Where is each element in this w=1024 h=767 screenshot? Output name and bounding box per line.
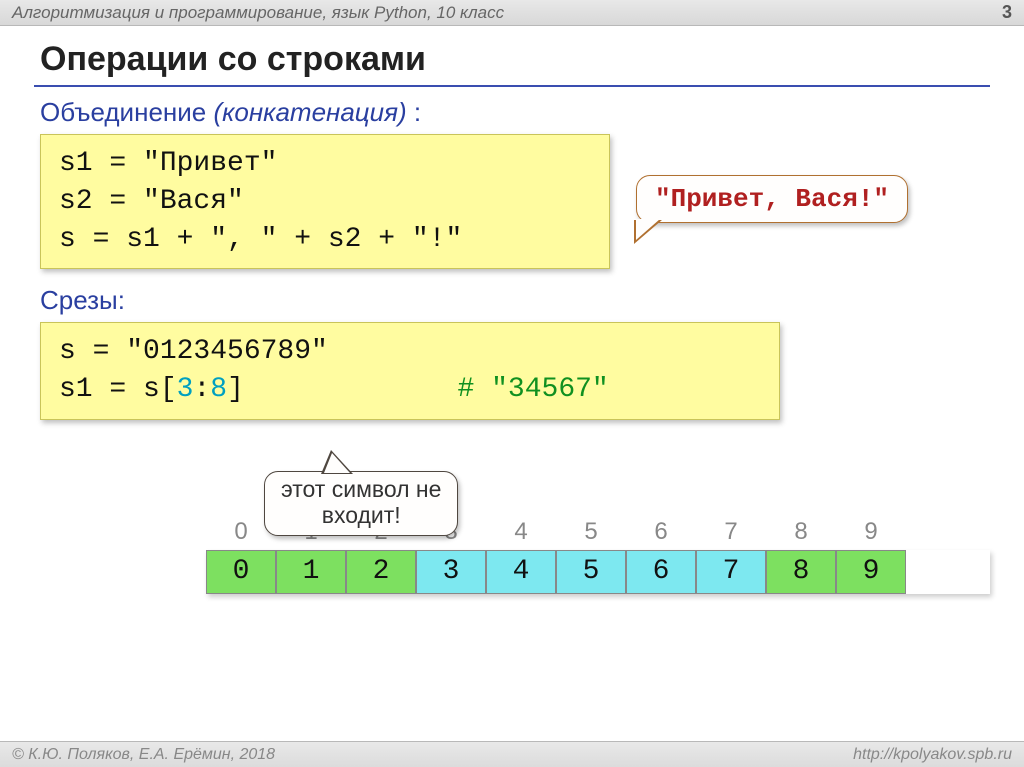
index-cell: 7	[696, 550, 766, 594]
code-slice: s = "0123456789" s1 = s[3:8] # "34567"	[40, 322, 780, 420]
slice-note-callout: этот символ не входит!	[264, 471, 458, 536]
slice-start: 3	[177, 374, 194, 405]
index-cell: 0	[206, 550, 276, 594]
code-line: s = "0123456789"	[59, 333, 761, 371]
index-cell: 6	[626, 550, 696, 594]
section-word: Объединение	[40, 97, 206, 127]
page-title: Операции со строками	[34, 40, 990, 79]
index-label: 4	[486, 518, 556, 546]
index-label: 7	[696, 518, 766, 546]
code-line: s1 = s[3:8] # "34567"	[59, 371, 761, 409]
index-cell: 1	[276, 550, 346, 594]
index-cell: 8	[766, 550, 836, 594]
index-cell: 2	[346, 550, 416, 594]
slide-header: Алгоритмизация и программирование, язык …	[0, 0, 1024, 26]
code-frag: ]	[227, 374, 244, 405]
slice-end: 8	[210, 374, 227, 405]
slide-content: Операции со строками Объединение (конкат…	[0, 26, 1024, 594]
section-ital: (конкатенация)	[213, 97, 406, 127]
code-line: s = s1 + ", " + s2 + "!"	[59, 221, 591, 259]
callout-line: входит!	[281, 502, 441, 528]
index-label: 9	[836, 518, 906, 546]
index-cell: 4	[486, 550, 556, 594]
section-slice-head: Срезы:	[34, 285, 990, 316]
index-cell: 5	[556, 550, 626, 594]
section-concat-head: Объединение (конкатенация) :	[34, 97, 990, 128]
code-line: s1 = "Привет"	[59, 145, 591, 183]
code-line: s2 = "Вася"	[59, 183, 591, 221]
index-label: 5	[556, 518, 626, 546]
index-cell: 9	[836, 550, 906, 594]
index-cell: 3	[416, 550, 486, 594]
index-label: 6	[626, 518, 696, 546]
title-rule	[34, 85, 990, 87]
slide-footer: © К.Ю. Поляков, Е.А. Ерёмин, 2018 http:/…	[0, 741, 1024, 767]
code-comment: # "34567"	[458, 374, 609, 405]
result-bubble: "Привет, Вася!"	[636, 175, 908, 223]
footer-left: © К.Ю. Поляков, Е.А. Ерёмин, 2018	[12, 746, 275, 764]
code-frag: :	[193, 374, 210, 405]
callout-line: этот символ не	[281, 476, 441, 502]
code-frag: s1 = s[	[59, 374, 177, 405]
index-cells: 0123456789	[206, 550, 990, 594]
page-number: 3	[1002, 2, 1012, 23]
bubble-tail-icon	[634, 220, 662, 244]
footer-right: http://kpolyakov.spb.ru	[853, 746, 1012, 764]
breadcrumb: Алгоритмизация и программирование, язык …	[12, 3, 504, 23]
code-concat: s1 = "Привет" s2 = "Вася" s = s1 + ", " …	[40, 134, 610, 269]
callout-tail-icon	[321, 450, 353, 474]
index-label: 8	[766, 518, 836, 546]
section-colon: :	[407, 97, 421, 127]
bubble-text: "Привет, Вася!"	[655, 184, 889, 214]
